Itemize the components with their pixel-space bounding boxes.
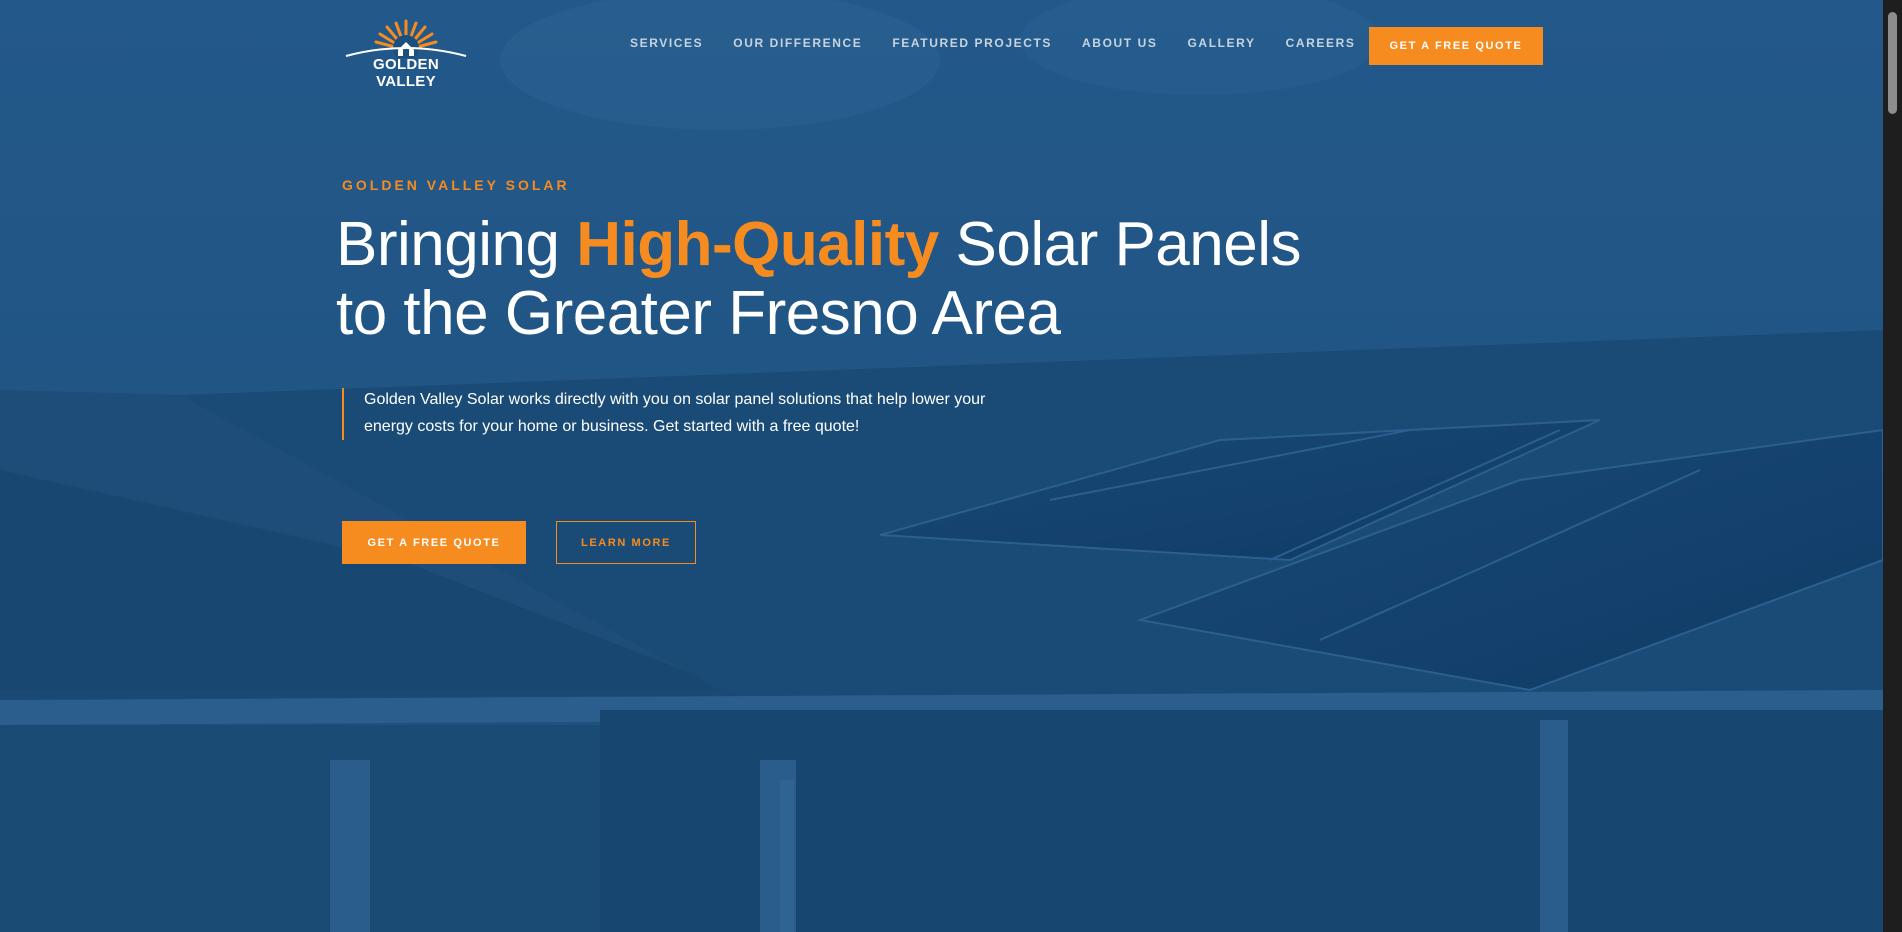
hero-lead-block: Golden Valley Solar works directly with …	[342, 388, 1004, 440]
headline-highlight: High-Quality	[576, 210, 939, 279]
page-scrollbar[interactable]	[1883, 0, 1902, 932]
hero-lead: Golden Valley Solar works directly with …	[364, 391, 986, 435]
nav-about-us[interactable]: ABOUT US	[1082, 36, 1157, 50]
learn-more-button[interactable]: LEARN MORE	[556, 521, 696, 564]
header-quote-button[interactable]: GET A FREE QUOTE	[1369, 27, 1543, 65]
hero-eyebrow: GOLDEN VALLEY SOLAR	[342, 177, 570, 193]
scrollbar-thumb[interactable]	[1888, 12, 1897, 114]
headline-pre: Bringing	[336, 210, 577, 279]
brand-logo[interactable]: GOLDEN VALLEY	[342, 18, 470, 90]
nav-careers[interactable]: CAREERS	[1286, 36, 1356, 50]
nav-featured-projects[interactable]: FEATURED PROJECTS	[892, 36, 1052, 50]
hero-headline: Bringing High-Quality Solar Panels to th…	[336, 210, 1336, 348]
hero-quote-button[interactable]: GET A FREE QUOTE	[342, 521, 526, 564]
site-header: GOLDEN VALLEY SERVICES OUR DIFFERENCE FE…	[0, 0, 1883, 92]
brand-name: GOLDEN VALLEY	[373, 56, 439, 90]
nav-our-difference[interactable]: OUR DIFFERENCE	[733, 36, 862, 50]
nav-services[interactable]: SERVICES	[630, 36, 703, 50]
main-nav: SERVICES OUR DIFFERENCE FEATURED PROJECT…	[630, 36, 1385, 50]
sun-house-icon	[345, 19, 467, 61]
nav-gallery[interactable]: GALLERY	[1188, 36, 1256, 50]
hero-background-image	[0, 0, 1883, 932]
